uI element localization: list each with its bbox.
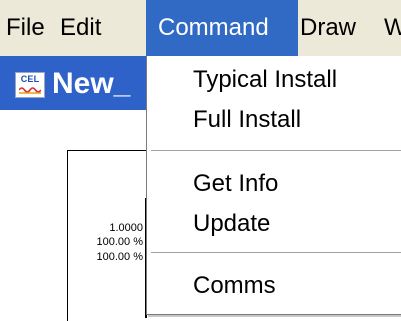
menu-separator	[151, 252, 401, 254]
menu-draw[interactable]: Draw	[298, 0, 370, 56]
document-title: New_	[52, 67, 131, 100]
value-percent-2: 100.00 %	[96, 251, 143, 263]
app-icon-text: CEL	[20, 74, 40, 84]
menu-item-typical-install[interactable]: Typical Install	[193, 66, 337, 94]
command-menu-dropdown: Typical Install Full Install Get Info Up…	[146, 56, 401, 315]
menu-bar: File Edit Command Draw W	[0, 0, 401, 56]
menu-window[interactable]: W	[384, 0, 401, 56]
value-ratio: 1.0000	[109, 222, 143, 234]
menu-file[interactable]: File	[4, 0, 46, 56]
app-icon: CEL	[15, 72, 45, 98]
menu-item-comms[interactable]: Comms	[193, 272, 276, 300]
menu-command[interactable]: Command	[146, 0, 298, 56]
menu-item-get-info[interactable]: Get Info	[193, 170, 278, 198]
menu-item-full-install[interactable]: Full Install	[193, 106, 301, 134]
menu-separator	[151, 150, 401, 152]
menu-item-update[interactable]: Update	[193, 210, 270, 238]
menu-edit[interactable]: Edit	[56, 0, 120, 56]
wave-icon	[19, 87, 41, 94]
value-percent-1: 100.00 %	[96, 236, 143, 248]
